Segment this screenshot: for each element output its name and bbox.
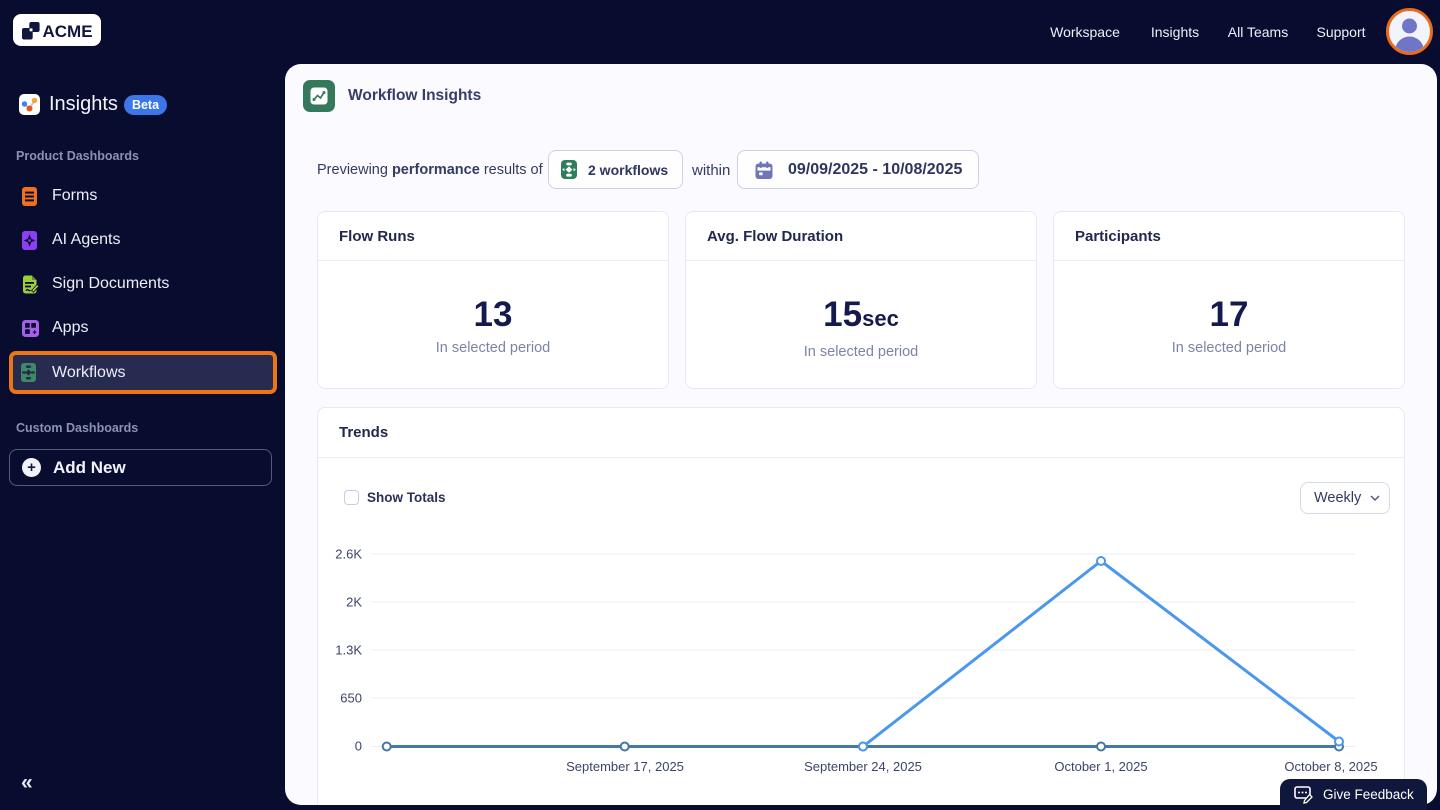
svg-text:2K: 2K	[346, 595, 362, 610]
svg-text:September 17, 2025: September 17, 2025	[566, 759, 684, 774]
svg-text:0: 0	[355, 739, 362, 754]
svg-text:October 1, 2025: October 1, 2025	[1054, 759, 1147, 774]
svg-text:650: 650	[340, 691, 362, 706]
svg-text:1.3K: 1.3K	[335, 643, 362, 658]
svg-text:2.6K: 2.6K	[335, 547, 362, 562]
svg-text:September 24, 2025: September 24, 2025	[804, 759, 922, 774]
svg-text:October 8, 2025: October 8, 2025	[1284, 759, 1377, 774]
